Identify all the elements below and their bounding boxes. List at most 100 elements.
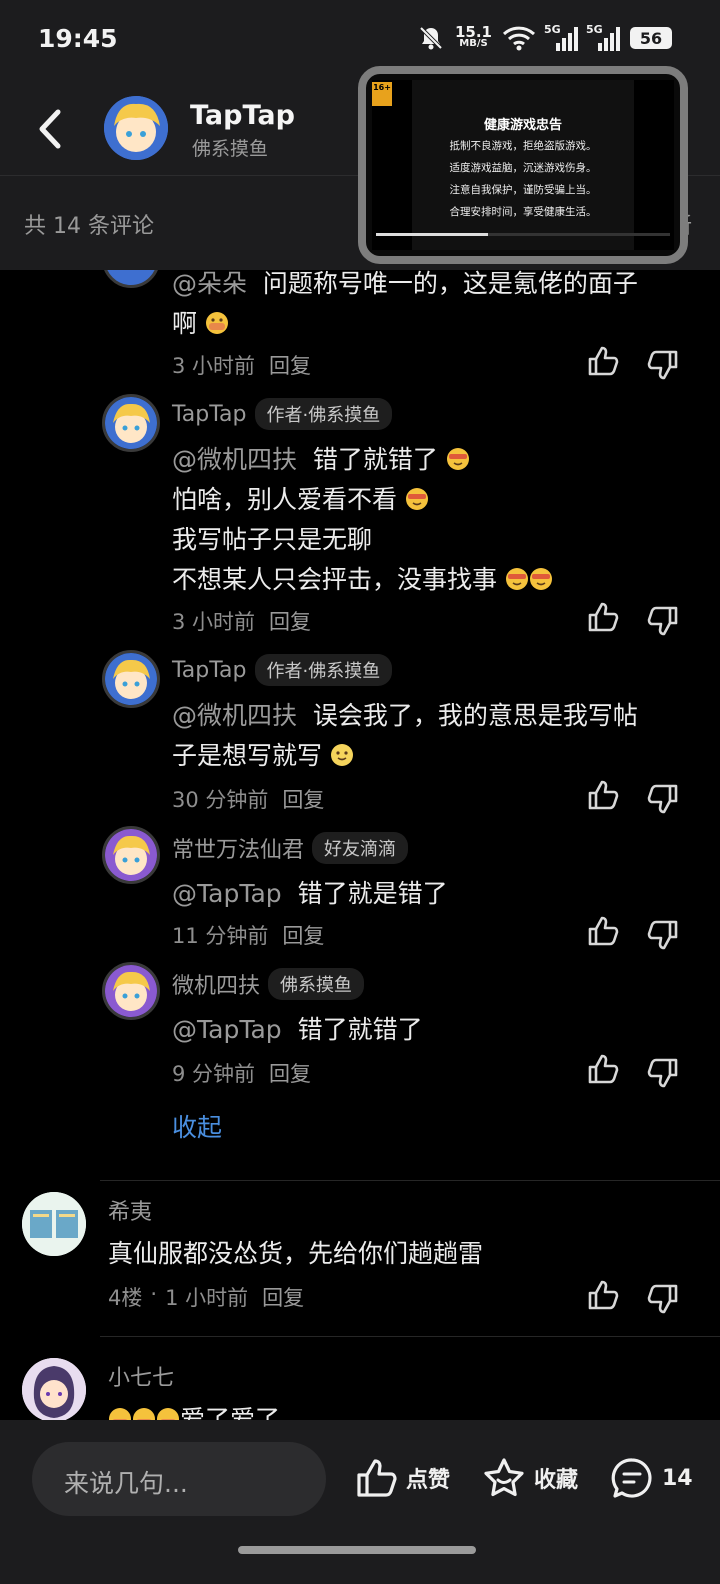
- pip-video-window[interactable]: 健康游戏忠告 抵制不良游戏，拒绝盗版游戏。 适度游戏益脑，沉迷游戏伤身。 注意自…: [358, 66, 688, 264]
- thumbs-up-icon[interactable]: [586, 344, 620, 378]
- pip-line: 适度游戏益脑，沉迷游戏伤身。: [449, 162, 597, 174]
- reply-meta: 9 分钟前 回复: [172, 1058, 311, 1088]
- pip-screen: 健康游戏忠告 抵制不良游戏，拒绝盗版游戏。 适度游戏益脑，沉迷游戏伤身。 注意自…: [372, 80, 674, 250]
- thumbs-up-icon[interactable]: [586, 1052, 620, 1086]
- thumbs-down-icon[interactable]: [646, 782, 680, 816]
- reply-author-row: TapTap 作者·佛系摸鱼: [172, 398, 393, 430]
- mention-link[interactable]: @TapTap: [172, 879, 282, 908]
- reply-time: 9 分钟前: [172, 1062, 256, 1086]
- reply-button[interactable]: 回复: [269, 350, 311, 380]
- author-badge: 作者·佛系摸鱼: [254, 398, 393, 430]
- reply-meta: 11 分钟前 回复: [172, 920, 324, 950]
- reply-text: @TapTap 错了就是错了: [172, 879, 448, 908]
- bottom-action-bar: 来说几句... 点赞 收藏 14: [0, 1420, 720, 1584]
- pip-line: 合理安排时间，享受健康生活。: [449, 206, 597, 218]
- avatar[interactable]: [102, 394, 160, 452]
- comment-input-placeholder: 来说几句...: [64, 1469, 188, 1498]
- avatar[interactable]: [22, 1358, 86, 1420]
- reply-button[interactable]: 回复: [282, 784, 324, 814]
- mention-link[interactable]: @朵朵: [172, 270, 247, 298]
- author-name[interactable]: 微机四扶: [172, 968, 260, 1000]
- comment-count: 共 14 条评论: [24, 214, 154, 239]
- mute-bell-icon: [419, 26, 443, 50]
- reply-author-row: 微机四扶 佛系摸鱼: [172, 968, 365, 1000]
- network-speed: 15.1 MB/S: [454, 23, 492, 50]
- reply-text: @微机四扶 错了就错了 怕啥，别人爱看不看 我写帖子只是无聊 不想某人只会抨击，…: [172, 440, 692, 600]
- reply-author-row: 常世万法仙君 好友滴滴: [172, 832, 409, 864]
- author-name[interactable]: 希夷: [108, 1194, 152, 1226]
- floor-number: 4楼: [108, 1286, 143, 1310]
- thumbs-down-icon[interactable]: [646, 348, 680, 382]
- thumbs-up-icon[interactable]: [586, 600, 620, 634]
- author-name[interactable]: TapTap: [172, 658, 247, 683]
- wifi-icon: [502, 26, 536, 51]
- thumbs-up-icon[interactable]: [586, 914, 620, 948]
- reply-button[interactable]: 回复: [269, 606, 311, 636]
- pip-line: 注意自我保护，谨防受骗上当。: [449, 184, 597, 196]
- comment-author-row: 希夷: [108, 1194, 152, 1226]
- reply-text: @朵朵 问题称号唯一的，这是氪佬的面子 啊: [172, 270, 638, 338]
- divider: [100, 1336, 720, 1337]
- author-name[interactable]: 小七七: [108, 1360, 174, 1392]
- reply-text: @微机四扶 误会我了，我的意思是我写帖 子是想写就写: [172, 701, 638, 770]
- reply-time: 3 小时前: [172, 610, 256, 634]
- reply-button[interactable]: 回复: [269, 1058, 311, 1088]
- thumbs-up-icon[interactable]: [586, 778, 620, 812]
- reply-button[interactable]: 回复: [262, 1282, 304, 1312]
- favorite-label: 收藏: [534, 1468, 579, 1493]
- comment-meta: 4楼 · 1 小时前 回复: [108, 1282, 305, 1312]
- author-name[interactable]: 常世万法仙君: [172, 832, 304, 864]
- comments-button[interactable]: 14: [610, 1456, 693, 1500]
- thumbs-up-icon[interactable]: [586, 1278, 620, 1312]
- comment-author-row: 小七七: [108, 1360, 174, 1392]
- page-title: TapTap: [190, 100, 295, 131]
- pip-line: 抵制不良游戏，拒绝盗版游戏。: [449, 140, 597, 152]
- comment-bubble-icon: [611, 1458, 652, 1498]
- home-indicator[interactable]: [238, 1546, 476, 1554]
- mention-link[interactable]: @微机四扶: [172, 701, 297, 730]
- reply-time: 30 分钟前: [172, 788, 269, 812]
- pip-progress-bar: [376, 233, 670, 236]
- emoji-icon: [157, 1408, 179, 1420]
- emoji-icon: [529, 568, 552, 590]
- back-arrow-icon[interactable]: [32, 104, 72, 154]
- emoji-icon: [330, 744, 353, 766]
- avatar[interactable]: [104, 96, 168, 160]
- reply-meta: 30 分钟前 回复: [172, 784, 324, 814]
- pip-title: 健康游戏忠告: [483, 118, 562, 133]
- reply-time: 11 分钟前: [172, 924, 269, 948]
- thumbs-down-icon[interactable]: [646, 918, 680, 952]
- author-badge: 佛系摸鱼: [268, 968, 365, 1000]
- like-button[interactable]: 点赞: [354, 1456, 450, 1500]
- comment-list: @朵朵 问题称号唯一的，这是氪佬的面子 啊 3 小时前 回复 TapTap 作者…: [0, 270, 720, 1420]
- comment-input[interactable]: 来说几句...: [32, 1442, 326, 1516]
- emoji-icon: [405, 488, 428, 510]
- reply-button[interactable]: 回复: [282, 920, 324, 950]
- battery-icon: 56: [630, 27, 672, 49]
- collapse-replies-button[interactable]: 收起: [172, 1108, 222, 1144]
- thumbs-down-icon[interactable]: [646, 1056, 680, 1090]
- thumbs-up-icon: [357, 1459, 397, 1497]
- signal-icon: 5G: [586, 23, 620, 51]
- divider: [100, 1180, 720, 1181]
- emoji-icon: [133, 1408, 155, 1420]
- author-badge: 好友滴滴: [312, 832, 409, 864]
- avatar[interactable]: [102, 826, 160, 884]
- reply-meta: 3 小时前 回复: [172, 606, 311, 636]
- emoji-icon: [109, 1408, 131, 1420]
- avatar[interactable]: [102, 962, 160, 1020]
- reply-meta: 3 小时前 回复: [172, 350, 311, 380]
- favorite-button[interactable]: 收藏: [482, 1456, 578, 1500]
- thumbs-down-icon[interactable]: [646, 604, 680, 638]
- signal-icon: 5G: [544, 23, 578, 51]
- mention-link[interactable]: @微机四扶: [172, 445, 297, 474]
- age-rating-badge: 16+: [372, 82, 392, 106]
- star-icon: [484, 1458, 524, 1497]
- mention-link[interactable]: @TapTap: [172, 1015, 282, 1044]
- avatar[interactable]: [22, 1192, 86, 1256]
- author-name[interactable]: TapTap: [172, 402, 247, 427]
- thumbs-down-icon[interactable]: [646, 1282, 680, 1316]
- reply-text: @TapTap 错了就错了: [172, 1015, 423, 1044]
- avatar[interactable]: [102, 270, 160, 288]
- avatar[interactable]: [102, 650, 160, 708]
